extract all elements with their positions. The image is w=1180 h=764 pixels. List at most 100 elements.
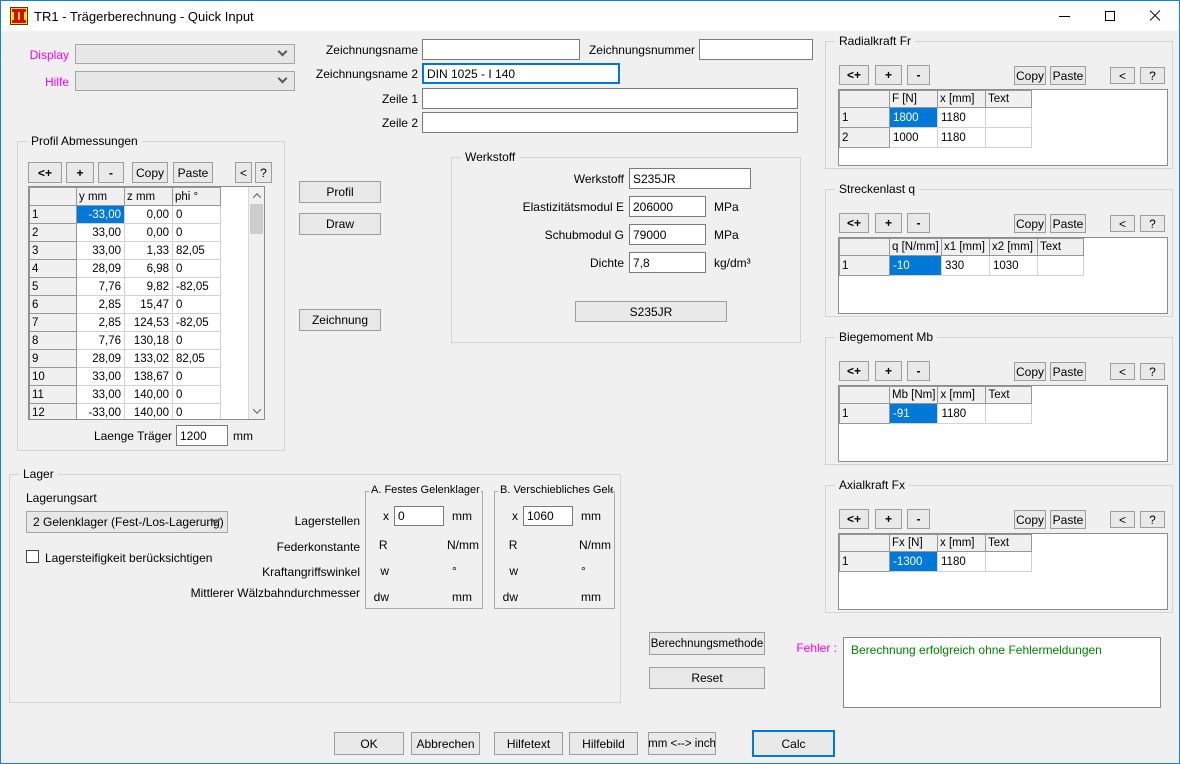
- phi-cell[interactable]: 0: [173, 224, 221, 242]
- row-header-cell[interactable]: 8: [30, 332, 77, 350]
- value-cell[interactable]: 1180: [938, 108, 986, 128]
- bearing-a-x-input[interactable]: [394, 506, 444, 526]
- draw-button[interactable]: Draw: [299, 213, 381, 235]
- fr-add-row-button[interactable]: +: [875, 65, 902, 85]
- z-cell[interactable]: 140,00: [125, 386, 173, 404]
- lagersteifigkeit-checkbox[interactable]: [26, 550, 39, 563]
- value-cell[interactable]: 1180: [938, 128, 986, 148]
- value-cell[interactable]: -91: [890, 404, 938, 424]
- y-cell[interactable]: 7,76: [77, 278, 125, 296]
- phi-cell[interactable]: 0: [173, 386, 221, 404]
- y-cell[interactable]: 33,00: [77, 368, 125, 386]
- text-cell[interactable]: [1038, 256, 1084, 276]
- display-select[interactable]: [75, 44, 295, 64]
- fx-add-row-button[interactable]: +: [875, 509, 902, 529]
- fr-remove-row-button[interactable]: -: [907, 65, 930, 85]
- fx-help-button[interactable]: ?: [1140, 511, 1165, 528]
- q-paste-button[interactable]: Paste: [1050, 214, 1086, 233]
- title-bar[interactable]: TR1 - Trägerberechnung - Quick Input: [1, 1, 1179, 31]
- y-cell[interactable]: 28,09: [77, 260, 125, 278]
- y-cell[interactable]: -33,00: [77, 206, 125, 224]
- q-copy-button[interactable]: Copy: [1014, 214, 1046, 233]
- row-header-cell[interactable]: 3: [30, 242, 77, 260]
- dichte-input[interactable]: [629, 252, 706, 273]
- profil-button[interactable]: Profil: [299, 181, 381, 203]
- value-cell[interactable]: -10: [890, 256, 942, 276]
- profil-insert-row-button[interactable]: <+: [28, 162, 62, 183]
- y-cell[interactable]: 2,85: [77, 296, 125, 314]
- scroll-down-button[interactable]: [249, 403, 264, 418]
- text-cell[interactable]: [986, 128, 1032, 148]
- q-insert-row-button[interactable]: <+: [839, 213, 869, 233]
- y-cell[interactable]: 33,00: [77, 224, 125, 242]
- mb-copy-button[interactable]: Copy: [1014, 362, 1046, 381]
- row-header-cell[interactable]: 2: [840, 128, 890, 148]
- ok-button[interactable]: OK: [334, 732, 404, 755]
- mb-help-button[interactable]: ?: [1140, 363, 1165, 380]
- q-help-button[interactable]: ?: [1140, 215, 1165, 232]
- fx-back-button[interactable]: <: [1110, 511, 1135, 528]
- minimize-button[interactable]: [1042, 1, 1087, 31]
- berechnungsmethode-button[interactable]: Berechnungsmethode: [649, 632, 765, 655]
- close-button[interactable]: [1132, 1, 1178, 31]
- value-cell[interactable]: 1800: [890, 108, 938, 128]
- z-cell[interactable]: 0,00: [125, 206, 173, 224]
- row-header-cell[interactable]: 1: [30, 206, 77, 224]
- phi-cell[interactable]: 0: [173, 332, 221, 350]
- profil-paste-button[interactable]: Paste: [173, 162, 213, 183]
- fr-back-button[interactable]: <: [1110, 67, 1135, 84]
- z-cell[interactable]: 0,00: [125, 224, 173, 242]
- row-header-cell[interactable]: 6: [30, 296, 77, 314]
- value-cell[interactable]: -1300: [890, 552, 938, 572]
- y-cell[interactable]: 2,85: [77, 314, 125, 332]
- fx-insert-row-button[interactable]: <+: [839, 509, 869, 529]
- maximize-button[interactable]: [1087, 1, 1132, 31]
- phi-cell[interactable]: 82,05: [173, 242, 221, 260]
- material-select-button[interactable]: S235JR: [575, 301, 727, 322]
- zeichnung-button[interactable]: Zeichnung: [299, 309, 381, 331]
- werkstoff-input[interactable]: [629, 168, 751, 189]
- z-cell[interactable]: 1,33: [125, 242, 173, 260]
- scroll-up-button[interactable]: [249, 188, 264, 203]
- y-cell[interactable]: -33,00: [77, 404, 125, 421]
- abbrechen-button[interactable]: Abbrechen: [411, 732, 480, 755]
- y-cell[interactable]: 33,00: [77, 386, 125, 404]
- row-header-cell[interactable]: 4: [30, 260, 77, 278]
- z-cell[interactable]: 15,47: [125, 296, 173, 314]
- hilfe-select[interactable]: [75, 71, 295, 91]
- bearing-b-x-input[interactable]: [523, 506, 573, 526]
- fr-copy-button[interactable]: Copy: [1014, 66, 1046, 85]
- row-header-cell[interactable]: 1: [840, 256, 890, 276]
- profil-remove-row-button[interactable]: -: [98, 162, 124, 183]
- zeichnungsnummer-input[interactable]: [699, 39, 813, 60]
- schubmodul-input[interactable]: [629, 224, 706, 245]
- value-cell[interactable]: 1180: [938, 404, 986, 424]
- y-cell[interactable]: 28,09: [77, 350, 125, 368]
- phi-cell[interactable]: -82,05: [173, 314, 221, 332]
- phi-cell[interactable]: 0: [173, 260, 221, 278]
- phi-cell[interactable]: 0: [173, 296, 221, 314]
- hilfebild-button[interactable]: Hilfebild: [569, 732, 638, 755]
- zeile1-input[interactable]: [422, 88, 798, 109]
- fx-remove-row-button[interactable]: -: [907, 509, 930, 529]
- scrollbar-thumb[interactable]: [250, 204, 263, 234]
- row-header-cell[interactable]: 1: [840, 552, 890, 572]
- mb-back-button[interactable]: <: [1110, 363, 1135, 380]
- z-cell[interactable]: 138,67: [125, 368, 173, 386]
- hilfetext-button[interactable]: Hilfetext: [494, 732, 563, 755]
- zeile2-input[interactable]: [422, 112, 798, 133]
- z-cell[interactable]: 130,18: [125, 332, 173, 350]
- mm-inch-toggle-button[interactable]: mm <--> inch: [648, 732, 716, 755]
- elastizitaetsmodul-input[interactable]: [629, 196, 706, 217]
- row-header-cell[interactable]: 10: [30, 368, 77, 386]
- phi-cell[interactable]: 82,05: [173, 350, 221, 368]
- text-cell[interactable]: [986, 552, 1032, 572]
- calc-button[interactable]: Calc: [752, 730, 835, 757]
- profil-copy-button[interactable]: Copy: [132, 162, 168, 183]
- row-header-cell[interactable]: 2: [30, 224, 77, 242]
- phi-cell[interactable]: 0: [173, 206, 221, 224]
- value-cell[interactable]: 1000: [890, 128, 938, 148]
- phi-cell[interactable]: -82,05: [173, 278, 221, 296]
- row-header-cell[interactable]: 5: [30, 278, 77, 296]
- zeichnungsname-input[interactable]: [422, 39, 580, 60]
